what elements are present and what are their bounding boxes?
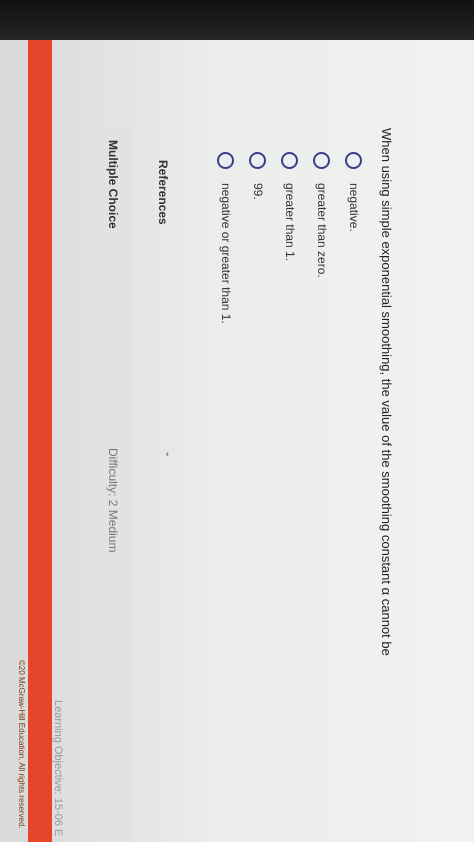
option-label: negative or greater than 1. (219, 183, 233, 324)
radio-button[interactable] (217, 152, 235, 169)
learning-objective: Learning Objective: 15-06 E (52, 700, 64, 837)
radio-button[interactable] (345, 152, 363, 169)
option-greater-than-zero[interactable]: greater than zero. (306, 152, 338, 324)
options-list: negative. greater than zero. greater tha… (210, 152, 370, 324)
option-label: greater than zero. (315, 183, 329, 278)
screen: When using simple exponential smoothing,… (0, 40, 474, 842)
chevron-down-icon: ⌄ (163, 450, 174, 459)
option-negative[interactable]: negative. (338, 152, 370, 324)
radio-button[interactable] (281, 152, 299, 169)
copyright-text: ©20 McGraw-Hill Education. All rights re… (17, 660, 26, 829)
option-99[interactable]: 99. (242, 152, 274, 324)
question-type: Multiple Choice (106, 140, 120, 229)
question-panel: When using simple exponential smoothing,… (0, 40, 474, 842)
question-text: When using simple exponential smoothing,… (379, 128, 394, 656)
option-label: greater than 1. (283, 183, 297, 262)
difficulty-label: Difficulty: 2 Medium (106, 448, 120, 553)
option-label: 99. (251, 183, 265, 200)
radio-button[interactable] (313, 152, 331, 169)
references-link[interactable]: References (156, 160, 170, 225)
option-label: negative. (347, 183, 361, 232)
option-negative-or-greater-than-1[interactable]: negative or greater than 1. (210, 152, 242, 324)
option-greater-than-1[interactable]: greater than 1. (274, 152, 306, 324)
question-meta-bar: Multiple Choice Difficulty: 2 Medium (96, 128, 130, 842)
radio-button[interactable] (249, 152, 267, 169)
